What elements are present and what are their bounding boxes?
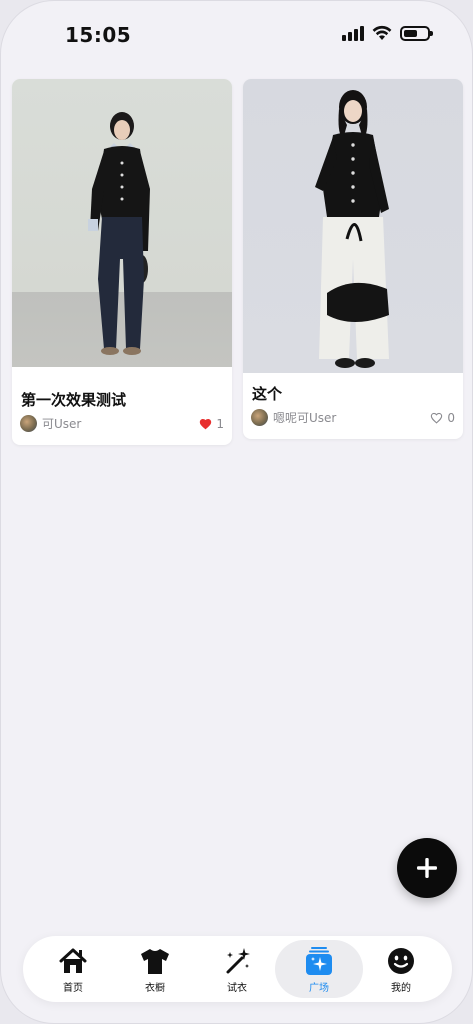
post-card[interactable]: 这个 嗯呢可User 0 [243,79,463,439]
post-image[interactable] [12,79,232,367]
tab-profile[interactable]: 我的 [357,940,445,998]
app-screen: 15:05 第一次效果测试 可User 1 这个 嗯呢可User 0 首页 衣橱… [0,0,473,1024]
like-count: 1 [216,416,224,431]
author-avatar[interactable] [20,415,37,432]
tshirt-icon [139,945,171,977]
smiley-icon [385,945,417,977]
create-post-button[interactable] [397,838,457,898]
heart-outline-icon [431,412,443,424]
tab-label: 首页 [63,982,83,994]
author-name[interactable]: 嗯呢可User [273,409,430,426]
tab-plaza[interactable]: 广场 [275,940,363,998]
cellular-signal-icon [342,25,364,41]
like-button[interactable]: 1 [199,417,224,431]
author-avatar[interactable] [251,409,268,426]
post-title: 第一次效果测试 [21,391,127,409]
tab-label: 试衣 [227,982,247,994]
plaza-sparkle-icon [303,945,335,977]
tab-label: 我的 [391,982,411,994]
tab-try-on[interactable]: 试衣 [193,940,281,998]
like-count: 0 [447,410,455,425]
model-photo-illustration [88,112,150,355]
bottom-tab-bar: 首页 衣橱 试衣 广场 我的 [23,936,452,1002]
battery-icon [400,25,433,41]
tab-home[interactable]: 首页 [29,940,117,998]
post-title: 这个 [252,385,283,403]
wifi-icon [372,25,392,40]
heart-filled-icon [200,418,212,429]
post-image[interactable] [243,79,463,373]
post-meta: 可User 1 [20,415,224,432]
tab-label: 广场 [309,982,329,994]
home-icon [57,945,89,977]
status-bar: 15:05 [1,1,472,61]
model-photo-illustration [315,90,389,368]
status-icons [342,25,433,41]
like-button[interactable]: 0 [430,411,455,425]
tab-wardrobe[interactable]: 衣橱 [111,940,199,998]
author-name[interactable]: 可User [42,415,199,432]
post-card[interactable]: 第一次效果测试 可User 1 [12,79,232,445]
post-meta: 嗯呢可User 0 [251,409,455,426]
plus-icon [417,858,437,878]
tab-label: 衣橱 [145,982,165,994]
status-time: 15:05 [65,23,132,47]
magic-wand-icon [221,945,253,977]
